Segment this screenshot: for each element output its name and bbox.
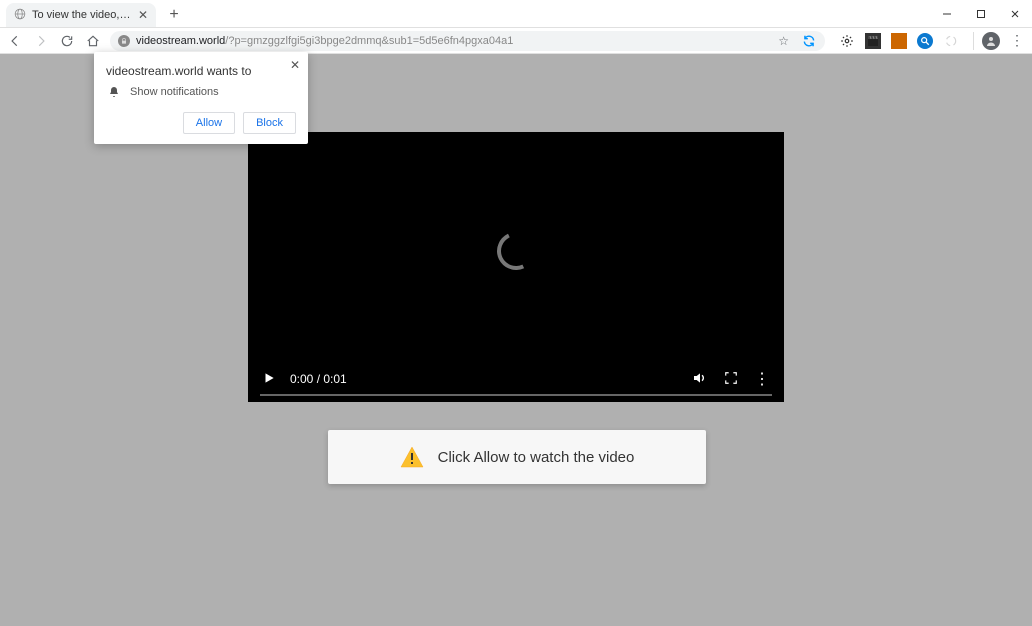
- browser-menu-button[interactable]: ⋮: [1008, 32, 1026, 49]
- banner-text: Click Allow to watch the video: [438, 449, 635, 466]
- browser-tab[interactable]: To view the video, click the Allow ✕: [6, 3, 156, 27]
- window-maximize-button[interactable]: [964, 0, 998, 28]
- extension-clapper-icon[interactable]: [865, 33, 881, 49]
- url-path: /?p=gmzggzlfgi5gi3bpge2dmmq&sub1=5d5e6fn…: [225, 35, 513, 47]
- permission-item: Show notifications: [108, 86, 296, 98]
- video-progress-bar[interactable]: [260, 394, 772, 396]
- extension-sync-icon[interactable]: [801, 33, 817, 49]
- url-host: videostream.world: [136, 35, 225, 47]
- block-button[interactable]: Block: [243, 112, 296, 134]
- fullscreen-button[interactable]: [724, 371, 738, 388]
- extension-gear-icon[interactable]: [839, 33, 855, 49]
- forward-button[interactable]: [32, 32, 50, 50]
- warning-icon: [400, 446, 424, 468]
- window-titlebar: To view the video, click the Allow ✕ +: [0, 0, 1032, 28]
- extension-orange-icon[interactable]: [891, 33, 907, 49]
- extensions-area: [833, 33, 965, 49]
- profile-avatar-icon[interactable]: [982, 32, 1000, 50]
- notification-permission-popup: ✕ videostream.world wants to Show notifi…: [94, 52, 308, 144]
- site-info-icon[interactable]: [118, 35, 130, 47]
- extension-search-icon[interactable]: [917, 33, 933, 49]
- back-button[interactable]: [6, 32, 24, 50]
- permission-close-icon[interactable]: ✕: [290, 58, 300, 72]
- window-minimize-button[interactable]: [930, 0, 964, 28]
- play-button[interactable]: [262, 371, 276, 388]
- video-player[interactable]: 0:00 / 0:01 ⋮: [248, 132, 784, 402]
- volume-button[interactable]: [692, 370, 708, 389]
- tab-close-icon[interactable]: ✕: [138, 8, 148, 22]
- video-time-display: 0:00 / 0:01: [290, 372, 347, 386]
- new-tab-button[interactable]: +: [164, 5, 184, 25]
- bookmark-star-icon[interactable]: ☆: [778, 34, 789, 48]
- tab-title: To view the video, click the Allow: [32, 9, 132, 21]
- window-controls: [930, 0, 1032, 28]
- window-close-button[interactable]: [998, 0, 1032, 28]
- permission-title: videostream.world wants to: [106, 64, 296, 78]
- bell-icon: [108, 86, 120, 98]
- video-controls: 0:00 / 0:01 ⋮: [248, 356, 784, 402]
- loading-spinner-icon: [492, 226, 541, 275]
- home-button[interactable]: [84, 32, 102, 50]
- permission-actions: Allow Block: [106, 112, 296, 134]
- reload-button[interactable]: [58, 32, 76, 50]
- browser-toolbar: videostream.world/?p=gmzggzlfgi5gi3bpge2…: [0, 28, 1032, 54]
- toolbar-separator: [973, 32, 974, 50]
- extension-loading-icon[interactable]: [943, 33, 959, 49]
- allow-button[interactable]: Allow: [183, 112, 235, 134]
- globe-icon: [14, 8, 26, 23]
- address-bar[interactable]: videostream.world/?p=gmzggzlfgi5gi3bpge2…: [110, 31, 825, 51]
- url-text: videostream.world/?p=gmzggzlfgi5gi3bpge2…: [136, 35, 772, 47]
- instruction-banner: Click Allow to watch the video: [328, 430, 706, 484]
- permission-label: Show notifications: [130, 86, 219, 98]
- video-menu-button[interactable]: ⋮: [754, 369, 770, 389]
